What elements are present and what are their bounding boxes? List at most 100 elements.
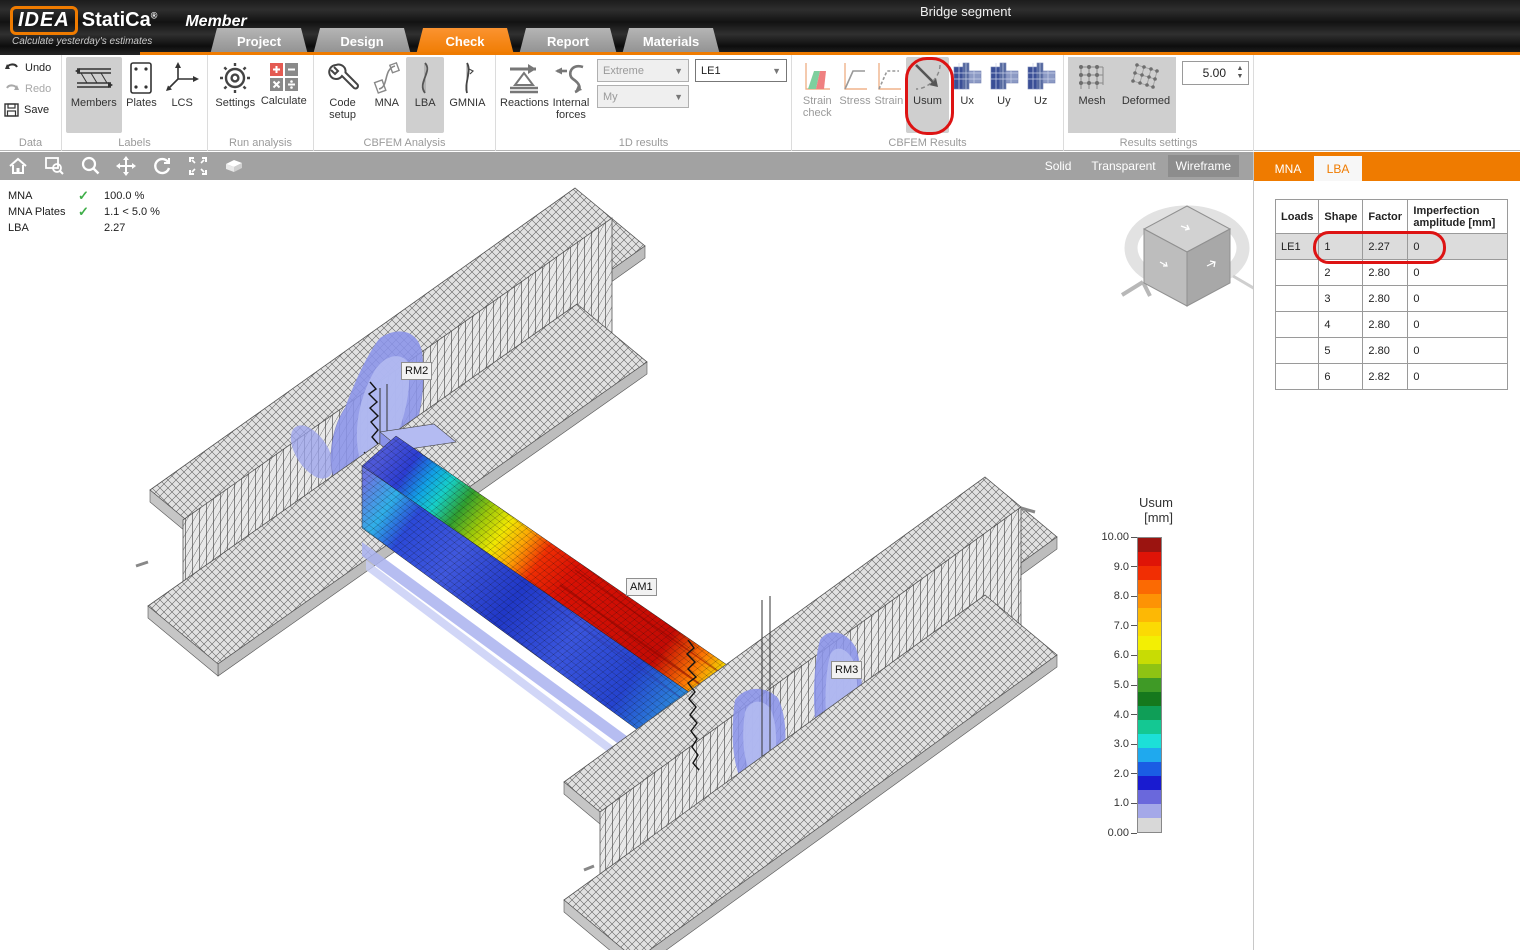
ribbon-group-results-settings: Mesh Deformed 5.00 ▲▼ Results settings xyxy=(1064,55,1254,151)
table-row[interactable]: 62.820 xyxy=(1276,364,1508,390)
uy-icon xyxy=(988,61,1020,93)
group-label-run-analysis: Run analysis xyxy=(208,137,313,149)
ribbon-group-cbfem-results: Strain check Stress Strain Usum Ux xyxy=(792,55,1064,151)
member-label-rm3[interactable]: RM3 xyxy=(831,661,862,679)
render-mode-solid[interactable]: Solid xyxy=(1037,155,1080,177)
view-toolbar: Solid Transparent Wireframe xyxy=(0,152,1253,180)
deformed-scale-spinner[interactable]: 5.00 ▲▼ xyxy=(1182,61,1249,85)
registered-mark: ® xyxy=(151,10,158,20)
group-label-data: Data xyxy=(0,137,61,149)
deformed-button[interactable]: Deformed xyxy=(1116,57,1176,133)
render-mode-transparent[interactable]: Transparent xyxy=(1083,155,1163,177)
ribbon-group-data: Undo Redo Save Data xyxy=(0,55,62,151)
render-mode-wireframe[interactable]: Wireframe xyxy=(1168,155,1239,177)
save-button[interactable]: Save xyxy=(4,101,49,119)
ribbon-group-1d-results: Reactions Internal forces Extreme▼ My▼ L… xyxy=(496,55,792,151)
tab-design[interactable]: Design xyxy=(313,28,411,55)
rotate-button[interactable] xyxy=(144,152,180,180)
gmnia-button[interactable]: GMNIA xyxy=(444,57,491,133)
results-panel: MNA LBA Loads Shape Factor Imperfection … xyxy=(1253,152,1520,950)
spinner-up-icon[interactable]: ▲ xyxy=(1237,65,1244,73)
tab-report[interactable]: Report xyxy=(519,28,617,55)
extreme-dropdown[interactable]: Extreme▼ xyxy=(597,59,689,82)
uy-button[interactable]: Uy xyxy=(986,57,1023,133)
settings-button[interactable]: Settings xyxy=(212,57,259,133)
pan-icon xyxy=(116,156,136,176)
magnifier-icon xyxy=(80,156,100,176)
tab-check[interactable]: Check xyxy=(416,28,514,55)
plates-button[interactable]: Plates xyxy=(122,57,162,133)
uz-button[interactable]: Uz xyxy=(1022,57,1059,133)
clipping-box-icon xyxy=(223,156,245,176)
result-legend: Usum [mm] 10.009.08.07.06.05.04.03.02.01… xyxy=(1085,495,1175,833)
zoom-button[interactable] xyxy=(72,152,108,180)
pan-button[interactable] xyxy=(108,152,144,180)
strain-button[interactable]: Strain xyxy=(871,57,906,133)
spinner-down-icon[interactable]: ▼ xyxy=(1237,73,1244,81)
group-label-results-settings: Results settings xyxy=(1064,137,1253,149)
home-view-button[interactable] xyxy=(0,152,36,180)
strain-icon xyxy=(875,61,903,93)
mna-icon xyxy=(373,61,401,95)
strain-check-button[interactable]: Strain check xyxy=(796,57,839,133)
clipping-box-button[interactable] xyxy=(216,152,252,180)
group-label-labels: Labels xyxy=(62,137,207,149)
chevron-down-icon: ▼ xyxy=(772,66,781,76)
chevron-down-icon: ▼ xyxy=(674,66,683,76)
mesh-icon xyxy=(1075,61,1109,93)
legend-color-bar xyxy=(1137,537,1162,833)
redo-button[interactable]: Redo xyxy=(4,80,51,98)
statica-logo: StatiCa xyxy=(82,9,151,31)
undo-button[interactable]: Undo xyxy=(4,59,51,77)
zoom-window-button[interactable] xyxy=(36,152,72,180)
tab-project[interactable]: Project xyxy=(210,28,308,55)
code-setup-button[interactable]: Code setup xyxy=(318,57,367,133)
stress-button[interactable]: Stress xyxy=(839,57,872,133)
title-bar: IDEA StatiCa® Member Calculate yesterday… xyxy=(0,0,1520,55)
usum-icon xyxy=(912,61,944,93)
fit-view-button[interactable] xyxy=(180,152,216,180)
legend-ticks: 10.009.08.07.06.05.04.03.02.01.00.00 xyxy=(1085,537,1137,833)
ribbon-group-cbfem-analysis: Code setup MNA LBA GMNIA CBFEM Analysis xyxy=(314,55,496,151)
lcs-button[interactable]: LCS xyxy=(161,57,203,133)
ribbon-group-run-analysis: Settings Calculate Run analysis xyxy=(208,55,314,151)
members-button[interactable]: Members xyxy=(66,57,122,133)
render-mode-group: Solid Transparent Wireframe xyxy=(1037,155,1253,177)
rotate-icon xyxy=(152,156,172,176)
tab-lba[interactable]: LBA xyxy=(1314,156,1362,181)
view-cube[interactable] xyxy=(1122,206,1253,306)
uz-icon xyxy=(1025,61,1057,93)
calculate-button[interactable]: Calculate xyxy=(259,57,309,133)
table-row[interactable]: 52.800 xyxy=(1276,338,1508,364)
app-window: IDEA StatiCa® Member Calculate yesterday… xyxy=(0,0,1520,950)
lcs-icon xyxy=(164,61,200,95)
load-case-dropdown[interactable]: LE1▼ xyxy=(695,59,787,82)
member-label-rm2[interactable]: RM2 xyxy=(401,362,432,380)
tab-materials[interactable]: Materials xyxy=(622,28,720,55)
reactions-button[interactable]: Reactions xyxy=(500,57,549,133)
lba-results-table: Loads Shape Factor Imperfection amplitud… xyxy=(1275,199,1508,390)
mna-button[interactable]: MNA xyxy=(367,57,406,133)
members-icon xyxy=(73,61,115,95)
table-header-row: Loads Shape Factor Imperfection amplitud… xyxy=(1276,200,1508,234)
my-dropdown[interactable]: My▼ xyxy=(597,85,689,108)
fit-icon xyxy=(188,156,208,176)
check-icon: ✓ xyxy=(78,204,104,220)
internal-forces-button[interactable]: Internal forces xyxy=(549,57,593,133)
ux-button[interactable]: Ux xyxy=(949,57,986,133)
table-row[interactable]: 32.800 xyxy=(1276,286,1508,312)
gear-icon xyxy=(218,61,252,95)
usum-button[interactable]: Usum xyxy=(906,57,949,133)
analysis-status: MNA ✓ 100.0 % MNA Plates ✓ 1.1 < 5.0 % L… xyxy=(8,188,160,236)
model-viewport[interactable]: MNA ✓ 100.0 % MNA Plates ✓ 1.1 < 5.0 % L… xyxy=(0,180,1253,950)
table-row[interactable]: 42.800 xyxy=(1276,312,1508,338)
ribbon-group-labels: Members Plates LCS Labels xyxy=(62,55,208,151)
tab-mna[interactable]: MNA xyxy=(1264,156,1312,181)
member-label-am1[interactable]: AM1 xyxy=(626,578,657,596)
lba-button[interactable]: LBA xyxy=(406,57,443,133)
tagline: Calculate yesterday's estimates xyxy=(12,36,152,47)
table-row[interactable]: 22.800 xyxy=(1276,260,1508,286)
table-row[interactable]: LE112.270 xyxy=(1276,234,1508,260)
mesh-button[interactable]: Mesh xyxy=(1068,57,1116,133)
strain-check-icon xyxy=(802,61,832,93)
